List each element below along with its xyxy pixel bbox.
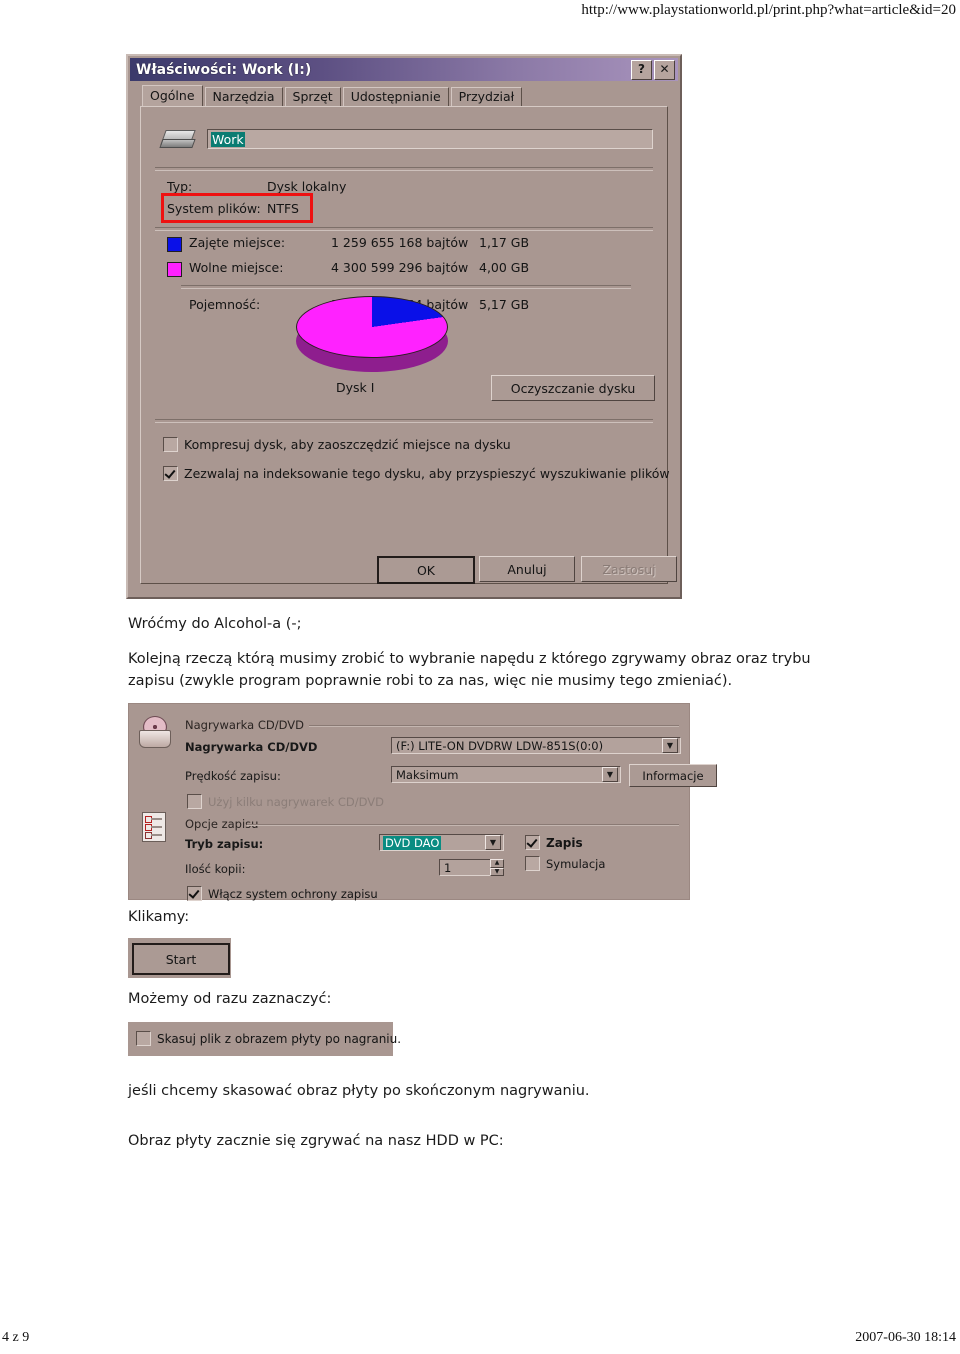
write-mode-select[interactable]: DVD DAO ▼: [379, 834, 504, 851]
compress-disk-label: Kompresuj dysk, aby zaoszczędzić miejsce…: [184, 437, 511, 452]
footer-page-number: 4 z 9: [2, 1330, 30, 1345]
write-options-icon: [139, 812, 169, 844]
used-space-swatch: [167, 237, 182, 252]
free-space-swatch: [167, 262, 182, 277]
simulate-checkbox-box[interactable]: [525, 856, 540, 871]
text-line-wrocmy: Wróćmy do Alcohol-a (-;: [128, 616, 302, 632]
used-space-bytes: 1 259 655 168 bajtów: [331, 235, 469, 250]
type-value: Dysk lokalny: [267, 179, 347, 194]
compress-disk-checkbox-box[interactable]: [163, 437, 178, 452]
divider-1: [155, 167, 653, 171]
type-label: Typ:: [167, 179, 193, 194]
cancel-button[interactable]: Anuluj: [479, 556, 575, 582]
hard-drive-icon: [159, 125, 196, 153]
apply-button: Zastosuj: [581, 556, 677, 582]
delete-image-checkbox-screenshot: Skasuj plik z obrazem płyty po nagraniu.: [128, 1022, 401, 1056]
copies-value: 1: [444, 860, 452, 875]
write-checkbox-label: Zapis: [546, 835, 583, 850]
disk-cleanup-button[interactable]: Oczyszczanie dysku: [491, 375, 655, 401]
text-line-klikamy: Klikamy:: [128, 909, 190, 925]
used-space-gb: 1,17 GB: [479, 235, 530, 250]
write-mode-label: Tryb zapisu:: [185, 837, 264, 851]
write-speed-select-value: Maksimum: [396, 767, 459, 782]
capacity-label: Pojemność:: [189, 297, 261, 312]
chevron-down-icon-speed[interactable]: ▼: [602, 767, 618, 782]
group-title-recorder: Nagrywarka CD/DVD: [185, 718, 308, 732]
tab-ogolne[interactable]: Ogólne: [142, 85, 203, 107]
chevron-down-icon-mode[interactable]: ▼: [485, 835, 501, 850]
tab-narzedzia[interactable]: Narzędzia: [204, 87, 283, 107]
text-line-obraz: Obraz płyty zacznie się zgrywać na nasz …: [128, 1133, 504, 1149]
text-line-jesli: jeśli chcemy skasować obraz płyty po sko…: [128, 1083, 590, 1099]
help-icon[interactable]: ?: [631, 59, 652, 80]
dialog-title: Właściwości: Work (I:): [136, 61, 312, 78]
dialog-titlebar: Właściwości: Work (I:) ? ✕: [130, 58, 678, 81]
divider-3: [181, 285, 631, 289]
disk-usage-pie-chart: Dysk I: [296, 292, 454, 395]
write-protection-checkbox-box[interactable]: [187, 886, 202, 901]
cd-dvd-recorder-icon: [139, 716, 171, 748]
ok-button[interactable]: OK: [377, 556, 475, 584]
text-paragraph-1: Kolejną rzeczą którą musimy zrobić to wy…: [128, 651, 811, 689]
start-button-screenshot: Start: [128, 938, 231, 978]
free-space-gb: 4,00 GB: [479, 260, 530, 275]
group-line-write-options: [247, 824, 679, 826]
delete-image-label: Skasuj plik z obrazem płyty po nagraniu.: [157, 1031, 402, 1046]
text-line-mozemy: Możemy od razu zaznaczyć:: [128, 991, 332, 1007]
index-disk-label: Zezwalaj na indeksowanie tego dysku, aby…: [184, 466, 670, 481]
alcohol-recording-settings-screenshot: Nagrywarka CD/DVD Nagrywarka CD/DVD (F:)…: [128, 703, 717, 901]
divider-2: [155, 227, 653, 231]
write-mode-select-value: DVD DAO: [383, 835, 442, 850]
info-button[interactable]: Informacje: [629, 764, 717, 787]
copies-label: Ilość kopii:: [185, 862, 246, 876]
tab-sprzet[interactable]: Sprzęt: [284, 87, 341, 107]
delete-image-checkbox[interactable]: Skasuj plik z obrazem płyty po nagraniu.: [136, 1031, 401, 1046]
chevron-down-icon[interactable]: ▼: [662, 738, 678, 753]
multi-recorder-checkbox-box[interactable]: [187, 794, 202, 809]
recorder-select[interactable]: (F:) LITE-ON DVDRW LDW-851S(0:0) ▼: [391, 737, 681, 754]
free-space-label: Wolne miejsce:: [189, 260, 284, 275]
volume-label-input[interactable]: Work: [207, 129, 653, 149]
multi-recorder-label: Użyj kilku nagrywarek CD/DVD: [208, 794, 385, 809]
pie-top: [296, 296, 448, 358]
divider-4: [155, 419, 653, 423]
volume-label-value: Work: [211, 131, 245, 147]
tab-page-ogolne: Work Typ: Dysk lokalny System plików: NT…: [140, 106, 670, 584]
dialog-tabstrip: Ogólne Narzędzia Sprzęt Udostępnianie Pr…: [142, 85, 666, 107]
footer-timestamp: 2007-06-30 18:14: [855, 1330, 956, 1345]
copies-stepper[interactable]: ▲ ▼: [490, 859, 504, 876]
filesystem-highlight-box: [161, 193, 313, 223]
compress-disk-checkbox[interactable]: Kompresuj dysk, aby zaoszczędzić miejsce…: [163, 437, 511, 452]
start-button[interactable]: Start: [132, 943, 230, 975]
write-protection-checkbox[interactable]: Włącz system ochrony zapisu: [187, 886, 378, 901]
write-checkbox-box[interactable]: [525, 835, 540, 850]
tab-przydzial[interactable]: Przydział: [450, 87, 523, 107]
close-icon[interactable]: ✕: [654, 59, 675, 80]
simulate-checkbox[interactable]: Symulacja: [525, 856, 605, 871]
free-space-bytes: 4 300 599 296 bajtów: [331, 260, 469, 275]
recorder-select-value: (F:) LITE-ON DVDRW LDW-851S(0:0): [396, 738, 604, 753]
page-header: http://www.playstationworld.pl/print.php…: [0, 0, 960, 30]
page-url: http://www.playstationworld.pl/print.php…: [581, 2, 956, 18]
simulate-checkbox-label: Symulacja: [546, 856, 606, 871]
write-speed-select[interactable]: Maksimum ▼: [391, 766, 621, 783]
used-space-label: Zajęte miejsce:: [189, 235, 286, 250]
stepper-up-icon[interactable]: ▲: [490, 859, 504, 868]
drive-properties-dialog: Właściwości: Work (I:) ? ✕ Ogólne Narzęd…: [126, 54, 682, 599]
index-disk-checkbox[interactable]: Zezwalaj na indeksowanie tego dysku, aby…: [163, 466, 670, 481]
recorder-label: Nagrywarka CD/DVD: [185, 740, 318, 754]
pie-chart-caption: Dysk I: [336, 380, 375, 395]
write-speed-label: Prędkość zapisu:: [185, 769, 281, 783]
multi-recorder-checkbox[interactable]: Użyj kilku nagrywarek CD/DVD: [187, 794, 384, 809]
write-protection-label: Włącz system ochrony zapisu: [208, 886, 378, 901]
write-checkbox[interactable]: Zapis: [525, 835, 583, 850]
index-disk-checkbox-box[interactable]: [163, 466, 178, 481]
stepper-down-icon[interactable]: ▼: [490, 867, 504, 876]
delete-image-checkbox-box[interactable]: [136, 1031, 151, 1046]
capacity-gb: 5,17 GB: [479, 297, 530, 312]
group-line-recorder: [309, 725, 679, 727]
tab-udostepnianie[interactable]: Udostępnianie: [342, 87, 449, 107]
volume-name-row: Work: [155, 119, 653, 159]
titlebar-buttons: ? ✕: [631, 59, 675, 80]
